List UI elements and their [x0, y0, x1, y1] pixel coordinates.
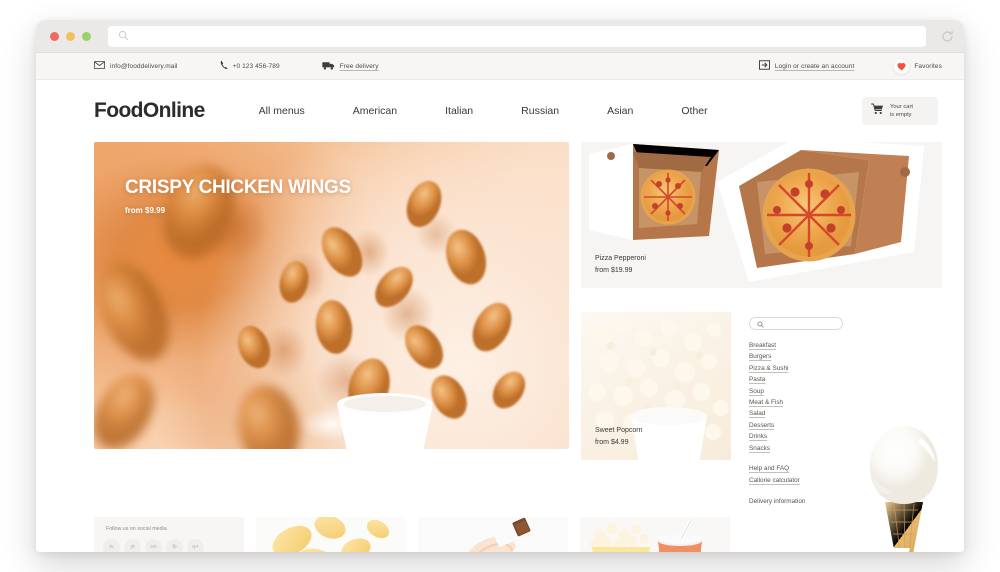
login-link[interactable]: Login or create an account [758, 60, 855, 72]
page-body: info@fooddelivery.mail +0 123 456-789 Fr… [36, 53, 964, 552]
social-icon-tv[interactable]: tv [103, 538, 120, 552]
cart-button[interactable]: Your cart is empty [862, 97, 938, 125]
category-link-breakfast[interactable]: Breakfast [749, 342, 942, 349]
popcorn-price: from $4.99 [595, 439, 629, 446]
potato-chips-illustration [272, 516, 390, 552]
nav-item-italian[interactable]: Italian [445, 105, 473, 117]
screen: info@fooddelivery.mail +0 123 456-789 Fr… [0, 0, 1000, 572]
nav-item-asian[interactable]: Asian [607, 105, 633, 117]
browser-window: info@fooddelivery.mail +0 123 456-789 Fr… [36, 20, 964, 552]
favorites-link[interactable]: Favorites [894, 58, 942, 74]
utility-bar: info@fooddelivery.mail +0 123 456-789 Fr… [36, 53, 964, 80]
minimize-window-button[interactable] [66, 32, 75, 41]
icecream-cone-illustration [870, 426, 938, 552]
cart-status: Your cart is empty [890, 103, 913, 120]
pizza-name: Pizza Pepperoni [595, 255, 646, 262]
popcorn-and-soda-illustration [590, 516, 702, 552]
hero-title: CRISPY CHICKEN WINGS [125, 177, 351, 198]
heart-icon [894, 58, 910, 74]
social-icon-yt[interactable]: yt [124, 538, 141, 552]
thumbnail-row: Follow us on social media tv yt on lb q+ [94, 516, 942, 552]
nav-item-all-menus[interactable]: All menus [259, 105, 305, 117]
thumbnail-chips[interactable] [256, 516, 406, 552]
login-label: Login or create an account [774, 62, 855, 70]
social-icon-on[interactable]: on [145, 538, 162, 552]
sidebar-search[interactable] [749, 317, 843, 330]
close-window-button[interactable] [50, 32, 59, 41]
nav-item-other[interactable]: Other [681, 105, 707, 117]
popcorn-card-label: Sweet Popcorn from $4.99 [595, 427, 642, 446]
favorites-label: Favorites [914, 62, 942, 70]
category-link-meat-fish[interactable]: Meat & Fish [749, 399, 942, 406]
utility-bar-right: Login or create an account Favorites [719, 58, 942, 74]
free-delivery-label: Free delivery [339, 62, 379, 70]
social-title: Follow us on social media [106, 525, 167, 532]
mail-icon [94, 61, 105, 71]
contact-email-label: info@fooddelivery.mail [110, 62, 178, 70]
traffic-lights [50, 32, 91, 41]
hero-banner-chicken-wings[interactable]: CRISPY CHICKEN WINGS from $9.99 [94, 142, 569, 449]
thumbnail-popcorn-drink[interactable] [580, 516, 730, 552]
social-icon-lb[interactable]: lb [166, 538, 183, 552]
category-link-soup[interactable]: Soup [749, 388, 942, 395]
social-media-block: Follow us on social media tv yt on lb q+ [94, 516, 244, 552]
site-header: FoodOnline All menus American Italian Ru… [36, 80, 964, 142]
truck-icon [322, 61, 335, 72]
search-icon [757, 315, 764, 333]
hero-price: from $9.99 [125, 206, 166, 215]
category-link-pasta[interactable]: Pasta [749, 376, 942, 383]
browser-titlebar [36, 20, 964, 53]
login-icon [758, 60, 770, 72]
category-link-pizza-sushi[interactable]: Pizza & Sushi [749, 365, 942, 372]
social-icon-qplus[interactable]: q+ [187, 538, 204, 552]
reload-icon[interactable] [941, 30, 954, 43]
search-icon [118, 28, 129, 46]
hero-text-block: CRISPY CHICKEN WINGS from $9.99 [125, 177, 351, 215]
product-card-sweet-popcorn[interactable]: Sweet Popcorn from $4.99 [581, 312, 731, 460]
pizza-price: from $19.99 [595, 267, 633, 274]
contact-phone[interactable]: +0 123 456-789 [220, 60, 280, 72]
featured-row: CRISPY CHICKEN WINGS from $9.99 Pizza Pe… [94, 142, 942, 505]
nav-item-american[interactable]: American [353, 105, 397, 117]
category-link-burgers[interactable]: Burgers [749, 353, 942, 360]
sidebar-search-input[interactable] [769, 320, 839, 327]
icecream-decoration [858, 410, 950, 552]
address-bar[interactable] [108, 26, 926, 47]
social-icon-list: tv yt on lb q+ [103, 538, 204, 552]
pizza-card-label: Pizza Pepperoni from $19.99 [595, 255, 646, 274]
contact-email[interactable]: info@fooddelivery.mail [94, 61, 178, 71]
cart-line-1: Your cart [890, 103, 913, 110]
site-logo[interactable]: FoodOnline [94, 99, 205, 123]
contact-phone-label: +0 123 456-789 [232, 62, 280, 70]
product-card-pizza-pepperoni[interactable]: Pizza Pepperoni from $19.99 [581, 142, 942, 288]
thumbnail-chocolate-bar[interactable] [418, 516, 568, 552]
chocolate-bar-in-hand-illustration [468, 517, 531, 552]
main-navigation: All menus American Italian Russian Asian… [259, 105, 756, 117]
cart-icon [871, 102, 884, 120]
cart-line-2: is empty [890, 112, 912, 118]
phone-icon [220, 60, 228, 72]
nav-item-russian[interactable]: Russian [521, 105, 559, 117]
free-delivery-notice[interactable]: Free delivery [322, 61, 379, 72]
popcorn-name: Sweet Popcorn [595, 427, 643, 434]
main-content: CRISPY CHICKEN WINGS from $9.99 Pizza Pe… [36, 142, 964, 552]
maximize-window-button[interactable] [82, 32, 91, 41]
